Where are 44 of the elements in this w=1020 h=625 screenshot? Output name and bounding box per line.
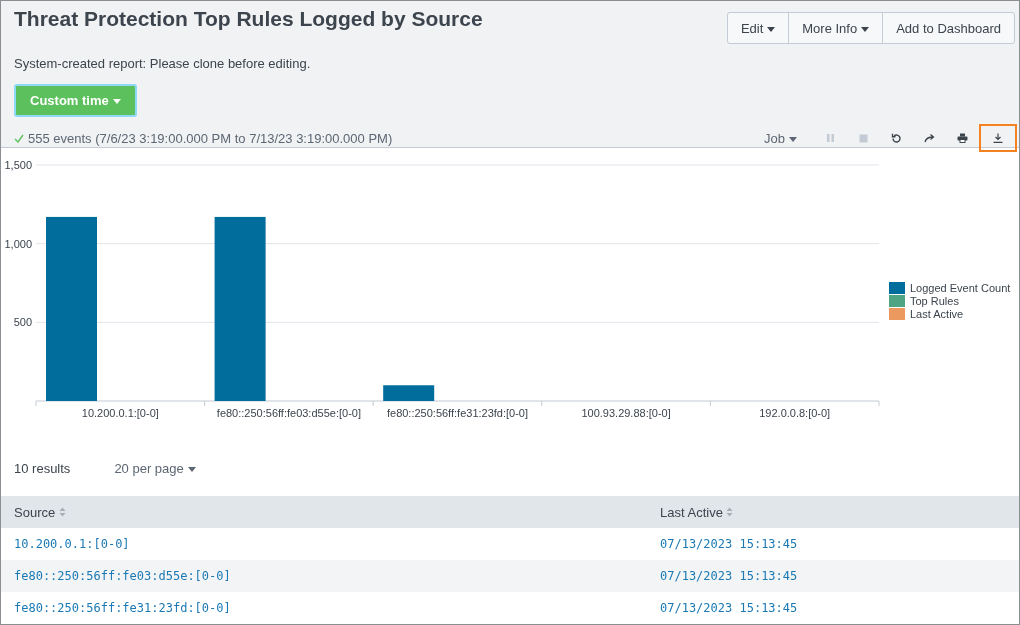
x-axis-label: fe80::250:56ff:fe03:d55e:[0-0] [216, 407, 361, 419]
download-icon [993, 133, 1003, 143]
caret-icon [861, 26, 870, 32]
legend-label[interactable]: Last Active [910, 308, 964, 320]
table-cell[interactable]: 10.200.0.1:[0-0] [1, 528, 647, 560]
y-axis-label: 1,500 [4, 159, 32, 171]
caret-icon [789, 136, 797, 142]
table-cell[interactable]: 07/13/2023 15:13:45 [647, 560, 1019, 592]
sort-icon [726, 506, 734, 517]
pause-icon [825, 133, 835, 143]
report-title: Threat Protection Top Rules Logged by Source [14, 7, 483, 31]
stop-icon [858, 133, 868, 143]
refresh-icon [890, 132, 902, 144]
sort-icon [58, 506, 66, 517]
header-button[interactable]: Edit [726, 12, 790, 44]
x-axis-label: 10.200.0.1:[0-0] [81, 407, 159, 419]
table-cell[interactable]: 07/13/2023 15:13:45 [647, 528, 1019, 560]
header-button[interactable]: More Info [788, 12, 884, 44]
legend-label[interactable]: Top Rules [910, 295, 959, 307]
results-count: 10 results [14, 460, 71, 476]
table-cell[interactable]: fe80::250:56ff:fe31:23fd:[0-0] [1, 592, 647, 624]
table-cell[interactable]: fe80::250:56ff:fe03:d55e:[0-0] [1, 560, 647, 592]
share-arrow-icon [923, 133, 935, 143]
checkmark-icon [14, 133, 24, 143]
legend-label[interactable]: Logged Event Count [910, 282, 1011, 294]
column-header[interactable]: Last Active [647, 496, 1019, 528]
caret-icon [187, 466, 196, 472]
column-header[interactable]: Source [1, 496, 647, 528]
caret-icon [767, 26, 776, 32]
x-axis-label: 100.93.29.88:[0-0] [581, 407, 671, 419]
caret-icon [112, 99, 121, 105]
x-axis-label: 192.0.0.8:[0-0] [759, 407, 831, 419]
printer-icon [956, 133, 968, 143]
bar[interactable] [383, 385, 435, 401]
header-button[interactable]: Add to Dashboard [882, 12, 1015, 44]
y-axis-label: 500 [13, 316, 32, 329]
table-cell[interactable]: 07/13/2023 15:13:45 [647, 592, 1019, 624]
y-axis-label: 1,000 [4, 237, 32, 250]
x-axis-label: fe80::250:56ff:fe31:23fd:[0-0] [386, 407, 529, 419]
job-menu[interactable]: Job [758, 129, 803, 147]
per-page-dropdown[interactable]: 20 per page [108, 459, 202, 477]
event-count-status: 555 events (7/6/23 3:19:00.000 PM to 7/13/23 3:19:00.000 PM) [28, 130, 393, 146]
bar[interactable] [214, 216, 266, 401]
report-description: System-created report: Please clone before editing. [14, 56, 312, 71]
